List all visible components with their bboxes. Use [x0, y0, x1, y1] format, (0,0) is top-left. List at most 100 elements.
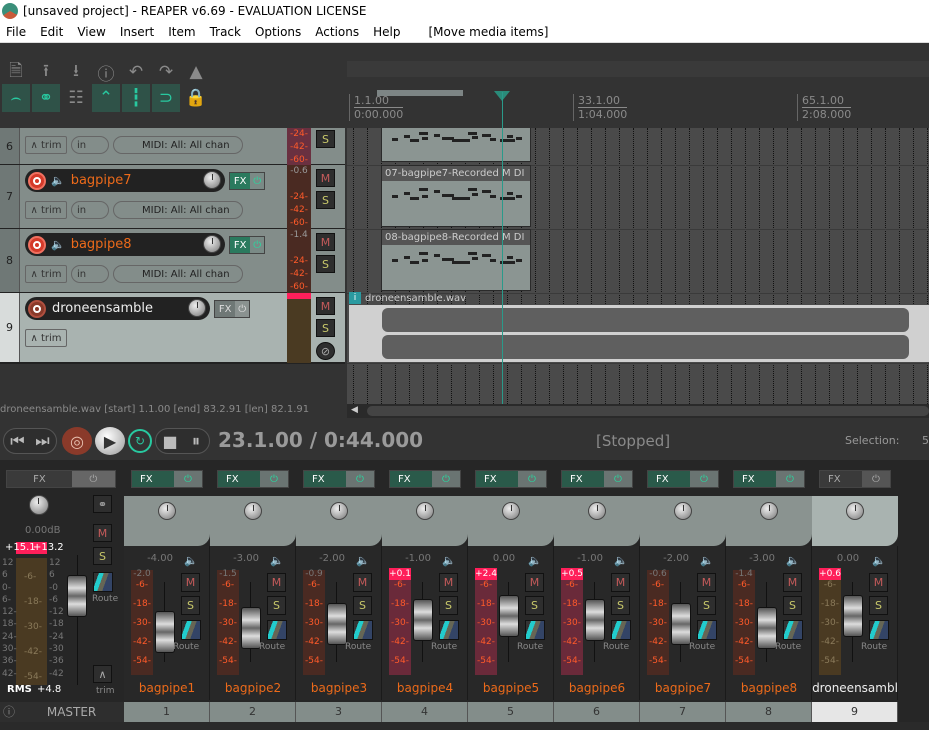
undo-icon[interactable]: ↶ — [122, 58, 150, 86]
solo-button[interactable]: S — [783, 596, 802, 615]
loop-icon[interactable]: ⊃ — [152, 84, 180, 112]
mute-button[interactable]: M — [697, 573, 716, 592]
pan-knob[interactable] — [760, 502, 778, 520]
go-to-start-icon[interactable]: ⏮ — [5, 427, 30, 455]
volume-knob[interactable] — [203, 235, 221, 253]
menu-options[interactable]: Options — [249, 25, 309, 39]
time-selection-strip[interactable] — [377, 90, 463, 96]
solo-button[interactable]: S — [697, 596, 716, 615]
phase-invert-icon[interactable]: ⊘ — [316, 342, 335, 360]
trim-button[interactable]: ∧ trim — [25, 201, 67, 219]
pan-knob[interactable] — [244, 502, 262, 520]
midi-input-select[interactable]: MIDI: All: All chan — [113, 136, 243, 154]
volume-fader[interactable] — [413, 599, 433, 641]
speaker-icon[interactable]: 🔈 — [356, 554, 370, 567]
scroll-thumb[interactable] — [367, 406, 929, 416]
mono-stereo-icon[interactable]: ⚭ — [93, 495, 112, 513]
new-project-icon[interactable]: 🗎 — [2, 58, 30, 86]
mixer-strip-1[interactable]: FX⏻ in ▼ -4.00 🔈 -6--18--30--42--54- -2.… — [124, 460, 210, 722]
mute-button[interactable]: M — [353, 573, 372, 592]
menu-track[interactable]: Track — [204, 25, 249, 39]
horizontal-scrollbar[interactable]: ◀ — [347, 404, 929, 418]
route-button[interactable] — [783, 620, 803, 640]
speaker-icon[interactable]: 🔈 — [700, 554, 714, 567]
mute-button[interactable]: M — [611, 573, 630, 592]
pause-button[interactable]: ⏸ — [183, 427, 209, 455]
fx-button[interactable]: FX ⏻ — [561, 470, 633, 488]
menu-help[interactable]: Help — [367, 25, 408, 39]
route-button[interactable] — [353, 620, 373, 640]
fx-button[interactable]: FX ⏻ — [475, 470, 547, 488]
mute-button[interactable]: M — [869, 573, 888, 592]
route-button[interactable] — [611, 620, 631, 640]
master-fader[interactable] — [67, 575, 87, 617]
item-info-icon[interactable]: i — [349, 292, 361, 304]
trim-button[interactable]: ∧ trim — [25, 265, 67, 283]
trim-envelope-icon[interactable]: ∧ — [93, 665, 112, 683]
speaker-icon[interactable]: 🔈 — [614, 554, 628, 567]
solo-button[interactable]: S — [869, 596, 888, 615]
route-button[interactable] — [267, 620, 287, 640]
volume-fader[interactable] — [327, 603, 347, 645]
link-icon[interactable]: ⚭ — [32, 84, 60, 112]
save-upload-icon[interactable]: ⭱ — [32, 58, 60, 86]
input-select[interactable]: in — [71, 136, 109, 154]
repeat-toggle-icon[interactable]: ↻ — [128, 429, 152, 453]
solo-button[interactable]: S — [267, 596, 286, 615]
menu-actions[interactable]: Actions — [309, 25, 367, 39]
scroll-left-icon[interactable]: ◀ — [351, 405, 358, 415]
master-fx-button[interactable]: FX ⏻ — [6, 470, 116, 488]
pan-knob[interactable] — [674, 502, 692, 520]
fx-button[interactable]: FX ⏻ — [389, 470, 461, 488]
midi-item-7[interactable]: 07-bagpipe7-Recorded M DI — [381, 165, 531, 227]
fx-button[interactable]: FX ⏻ — [131, 470, 203, 488]
record-button[interactable]: ◎ — [62, 427, 92, 455]
mute-button[interactable]: M — [181, 573, 200, 592]
speaker-icon[interactable]: 🔈 — [270, 554, 284, 567]
track-name[interactable]: bagpipe8 — [71, 237, 132, 252]
master-solo-button[interactable]: S — [93, 547, 112, 565]
record-arm-button[interactable] — [28, 235, 46, 254]
route-button[interactable] — [697, 620, 717, 640]
solo-button[interactable]: S — [181, 596, 200, 615]
mute-button[interactable]: M — [267, 573, 286, 592]
mute-button[interactable]: M — [525, 573, 544, 592]
solo-button[interactable]: S — [439, 596, 458, 615]
arrange-view[interactable]: 07-bagpipe7-Recorded M DI 08-bagpipe8-Re… — [347, 128, 929, 404]
midi-input-select[interactable]: MIDI: All: All chan — [113, 265, 243, 283]
fx-button[interactable]: FX ⏻ — [647, 470, 719, 488]
master-route-button[interactable] — [93, 572, 113, 592]
fx-button[interactable]: FX ⏻ — [229, 172, 265, 190]
track-8[interactable]: 8 🔈 bagpipe8 FX ⏻ ∧ trim in MIDI: All: Al… — [0, 229, 345, 293]
fx-button[interactable]: FX ⏻ — [733, 470, 805, 488]
trim-button[interactable]: ∧ trim — [25, 329, 67, 347]
midi-item-8[interactable]: 08-bagpipe8-Recorded M DI — [381, 229, 531, 291]
pan-knob[interactable] — [330, 502, 348, 520]
lock-icon[interactable]: 🔒 — [182, 84, 210, 112]
mixer-strip-7[interactable]: FX⏻ in ▼ -2.00 🔈 -6--18--30--42--54- -0.… — [640, 460, 726, 722]
mixer-strip-6[interactable]: FX⏻ in ▼ -1.00 🔈 -6--18--30--42--54- +0.… — [554, 460, 640, 722]
volume-fader[interactable] — [499, 595, 519, 637]
volume-fader[interactable] — [585, 599, 605, 641]
track-7[interactable]: 7 🔈 bagpipe7 FX ⏻ ∧ trim in MIDI: All: Al… — [0, 165, 345, 229]
timeline-ruler[interactable]: 1.1.00 0:00.000 33.1.00 1:04.000 65.1.00 2:… — [347, 90, 929, 128]
menu-edit[interactable]: Edit — [34, 25, 71, 39]
volume-fader[interactable] — [843, 595, 863, 637]
menu-insert[interactable]: Insert — [114, 25, 162, 39]
solo-button[interactable]: S — [316, 319, 335, 337]
volume-knob[interactable] — [203, 171, 221, 189]
pan-knob[interactable] — [588, 502, 606, 520]
speaker-icon[interactable]: 🔈 — [786, 554, 800, 567]
play-button[interactable]: ▶ — [95, 427, 125, 455]
envelope-link-icon[interactable]: ⌃ — [92, 84, 120, 112]
speaker-icon[interactable]: 🔈 — [184, 554, 198, 567]
route-button[interactable] — [439, 620, 459, 640]
track-6[interactable]: 6 ∧ trim in MIDI: All: All chan -24- -42-… — [0, 128, 345, 165]
speaker-icon[interactable]: 🔈 — [872, 554, 886, 567]
track-name[interactable]: droneensamble — [52, 301, 153, 316]
fx-button[interactable]: FX ⏻ — [217, 470, 289, 488]
record-arm-button[interactable] — [28, 299, 46, 318]
pan-knob[interactable] — [416, 502, 434, 520]
volume-knob[interactable] — [188, 299, 206, 317]
mixer-strip-8[interactable]: FX⏻ in ▼ -3.00 🔈 -6--18--30--42--54- -1.… — [726, 460, 812, 722]
